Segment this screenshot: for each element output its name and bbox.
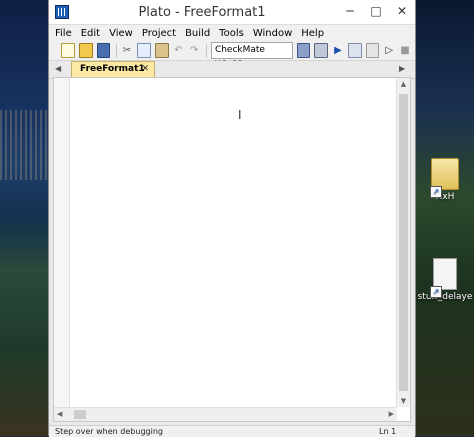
wallpaper-city-lights	[0, 110, 48, 180]
vertical-scrollbar[interactable]: ▲ ▼	[396, 78, 410, 407]
redo-icon[interactable]: ↷	[188, 44, 200, 57]
tab-freeformat1[interactable]: FreeFormat1 ✕	[71, 61, 155, 78]
desktop-icon-label: stuff_delaye	[417, 292, 473, 302]
plato-window: Plato - FreeFormat1 ─ □ ✕ File Edit View…	[48, 0, 416, 437]
tab-label: FreeFormat1	[80, 64, 145, 74]
menu-tools[interactable]: Tools	[219, 28, 244, 39]
tab-close-icon[interactable]: ✕	[141, 62, 149, 77]
title-bar[interactable]: Plato - FreeFormat1 ─ □ ✕	[49, 0, 415, 25]
scroll-down-icon[interactable]: ▼	[397, 397, 410, 405]
copy-icon[interactable]	[136, 43, 151, 58]
paste-icon[interactable]	[154, 43, 169, 58]
scroll-right-icon[interactable]: ▶	[389, 408, 394, 421]
scroll-up-icon[interactable]: ▲	[397, 80, 410, 88]
status-bar: Step over when debugging Ln 1	[49, 425, 415, 437]
save-icon[interactable]	[96, 43, 111, 58]
build-icon[interactable]	[296, 43, 311, 58]
line-number-gutter	[54, 78, 70, 407]
maximize-button[interactable]: □	[363, 3, 389, 19]
open-folder-icon[interactable]	[78, 43, 93, 58]
tab-scroll-left-icon[interactable]: ◀	[55, 64, 61, 73]
cut-icon[interactable]: ✂	[121, 44, 133, 57]
play-icon[interactable]: ▷	[383, 44, 395, 57]
build-all-icon[interactable]	[314, 43, 329, 58]
code-editor[interactable]: I ▲ ▼ ◀ ▶	[53, 77, 411, 422]
menu-build[interactable]: Build	[185, 28, 210, 39]
run-icon[interactable]: ▶	[332, 44, 344, 57]
toolbar: ✂ ↶ ↷ CheckMate Win32 ▶ ▷ ■	[49, 41, 415, 70]
menu-project[interactable]: Project	[142, 28, 176, 39]
text-cursor-icon: I	[238, 108, 242, 122]
tab-scroll-right-icon[interactable]: ▶	[399, 64, 405, 73]
menu-window[interactable]: Window	[253, 28, 292, 39]
scroll-left-icon[interactable]: ◀	[57, 408, 62, 421]
menu-view[interactable]: View	[109, 28, 133, 39]
horizontal-scrollbar[interactable]: ◀ ▶	[54, 407, 397, 421]
debug-icon[interactable]	[347, 43, 362, 58]
undo-icon[interactable]: ↶	[173, 44, 185, 57]
close-window-button[interactable]: ✕	[389, 3, 415, 19]
horizontal-scroll-thumb[interactable]	[74, 410, 86, 419]
vertical-scroll-thumb[interactable]	[399, 94, 408, 391]
shortcut-arrow-icon: ↗	[430, 186, 442, 198]
menu-file[interactable]: File	[55, 28, 72, 39]
menu-help[interactable]: Help	[301, 28, 324, 39]
desktop-wallpaper-right: ↗ HxH ↗ stuff_delaye	[416, 0, 474, 436]
toolbar-separator	[206, 43, 207, 58]
shortcut-arrow-icon: ↗	[430, 286, 442, 298]
cursor-position: Ln 1	[379, 427, 397, 436]
toolbar-separator	[116, 43, 118, 58]
desktop-wallpaper-left	[0, 0, 48, 436]
new-file-icon[interactable]	[61, 43, 75, 58]
minimize-button[interactable]: ─	[337, 3, 363, 19]
menu-bar: File Edit View Project Build Tools Windo…	[49, 25, 415, 41]
step-icon[interactable]	[365, 43, 380, 58]
stop-icon[interactable]: ■	[399, 44, 411, 57]
desktop-file-stuff-delayed[interactable]: ↗ stuff_delaye	[416, 258, 474, 302]
desktop-folder-hxh[interactable]: ↗ HxH	[416, 158, 474, 202]
menu-edit[interactable]: Edit	[81, 28, 100, 39]
configuration-select[interactable]: CheckMate Win32	[210, 42, 293, 70]
window-title: Plato - FreeFormat1	[138, 5, 266, 20]
status-message: Step over when debugging	[55, 427, 163, 436]
